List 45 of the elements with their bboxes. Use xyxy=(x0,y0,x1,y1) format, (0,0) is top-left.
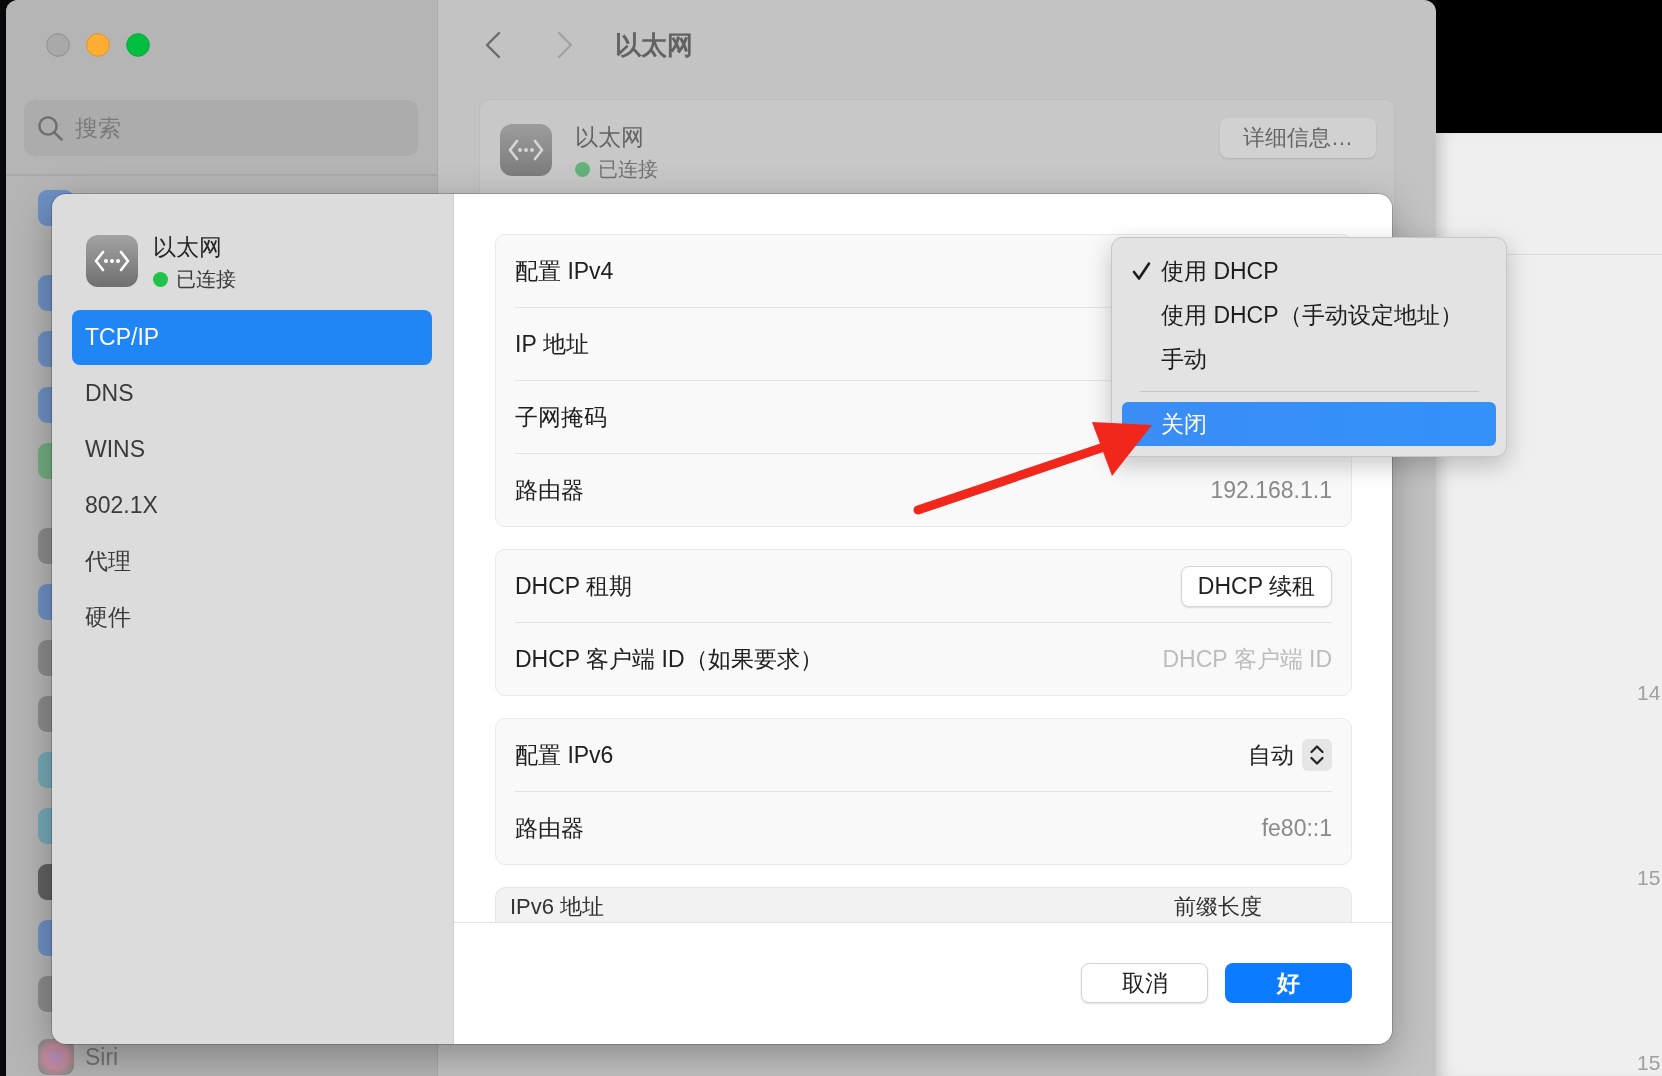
app-tile-icon[interactable] xyxy=(38,1039,74,1075)
row-label: 子网掩码 xyxy=(515,402,607,432)
number-label: 15 xyxy=(1637,866,1661,890)
confirm-button[interactable]: 好 xyxy=(1225,963,1352,1003)
sidebar-tab[interactable]: 代理 xyxy=(72,534,432,589)
network-name: 以太网 xyxy=(153,234,223,260)
zoom-icon[interactable] xyxy=(126,33,150,57)
menu-item[interactable]: 使用 DHCP（手动设定地址） xyxy=(1122,293,1496,337)
search-icon xyxy=(37,115,63,141)
back-icon[interactable] xyxy=(485,31,501,59)
renew-button[interactable]: DHCP 续租 xyxy=(1180,565,1332,607)
brackets-icon xyxy=(86,235,138,287)
row-label: 路由器 xyxy=(515,813,584,843)
page-title: 以太网 xyxy=(615,28,693,62)
number-label: 15 xyxy=(1637,1051,1661,1075)
up-down-chevron-icon xyxy=(1302,739,1332,771)
row-label: DHCP 客户端 ID（如果要求） xyxy=(515,644,823,674)
minimize-icon[interactable] xyxy=(86,33,110,57)
cancel-button[interactable]: 取消 xyxy=(1081,963,1208,1003)
row-label: IP 地址 xyxy=(515,329,589,359)
row-label: DHCP 租期 xyxy=(515,571,633,601)
column-header: IPv6 地址 xyxy=(510,894,606,921)
network-name: 以太网 xyxy=(575,124,645,150)
close-icon[interactable] xyxy=(46,33,70,57)
sidebar-tab[interactable]: 802.1X xyxy=(72,478,432,533)
sidebar-tab[interactable]: WINS xyxy=(72,422,432,477)
menu-item[interactable]: 手动 xyxy=(1122,337,1496,381)
row-label: 配置 IPv6 xyxy=(515,740,614,770)
sidebar-tab[interactable]: DNS xyxy=(72,366,432,421)
status-text: 已连接 xyxy=(176,267,236,292)
client-id-field[interactable]: DHCP 客户端 ID xyxy=(1052,645,1332,673)
row-value: 192.168.1.1 xyxy=(1210,476,1332,504)
sidebar-tab[interactable]: 硬件 xyxy=(72,590,432,645)
row-value: fe80::1 xyxy=(1261,814,1332,842)
menu-item[interactable]: 使用 DHCP xyxy=(1122,249,1496,293)
sidebar-tab[interactable]: TCP/IP xyxy=(72,310,432,365)
status-text: 已连接 xyxy=(598,157,658,182)
popup-button[interactable]: 自动 xyxy=(1248,739,1332,771)
number-label: 14 xyxy=(1637,681,1661,705)
brackets-icon xyxy=(500,124,552,176)
checkmark-icon xyxy=(1132,261,1151,281)
row-label: 配置 IPv4 xyxy=(515,256,614,286)
details-button[interactable]: 详细信息… xyxy=(1220,118,1376,158)
column-header: 前缀长度 xyxy=(1174,894,1262,921)
row-label: 路由器 xyxy=(515,475,584,505)
